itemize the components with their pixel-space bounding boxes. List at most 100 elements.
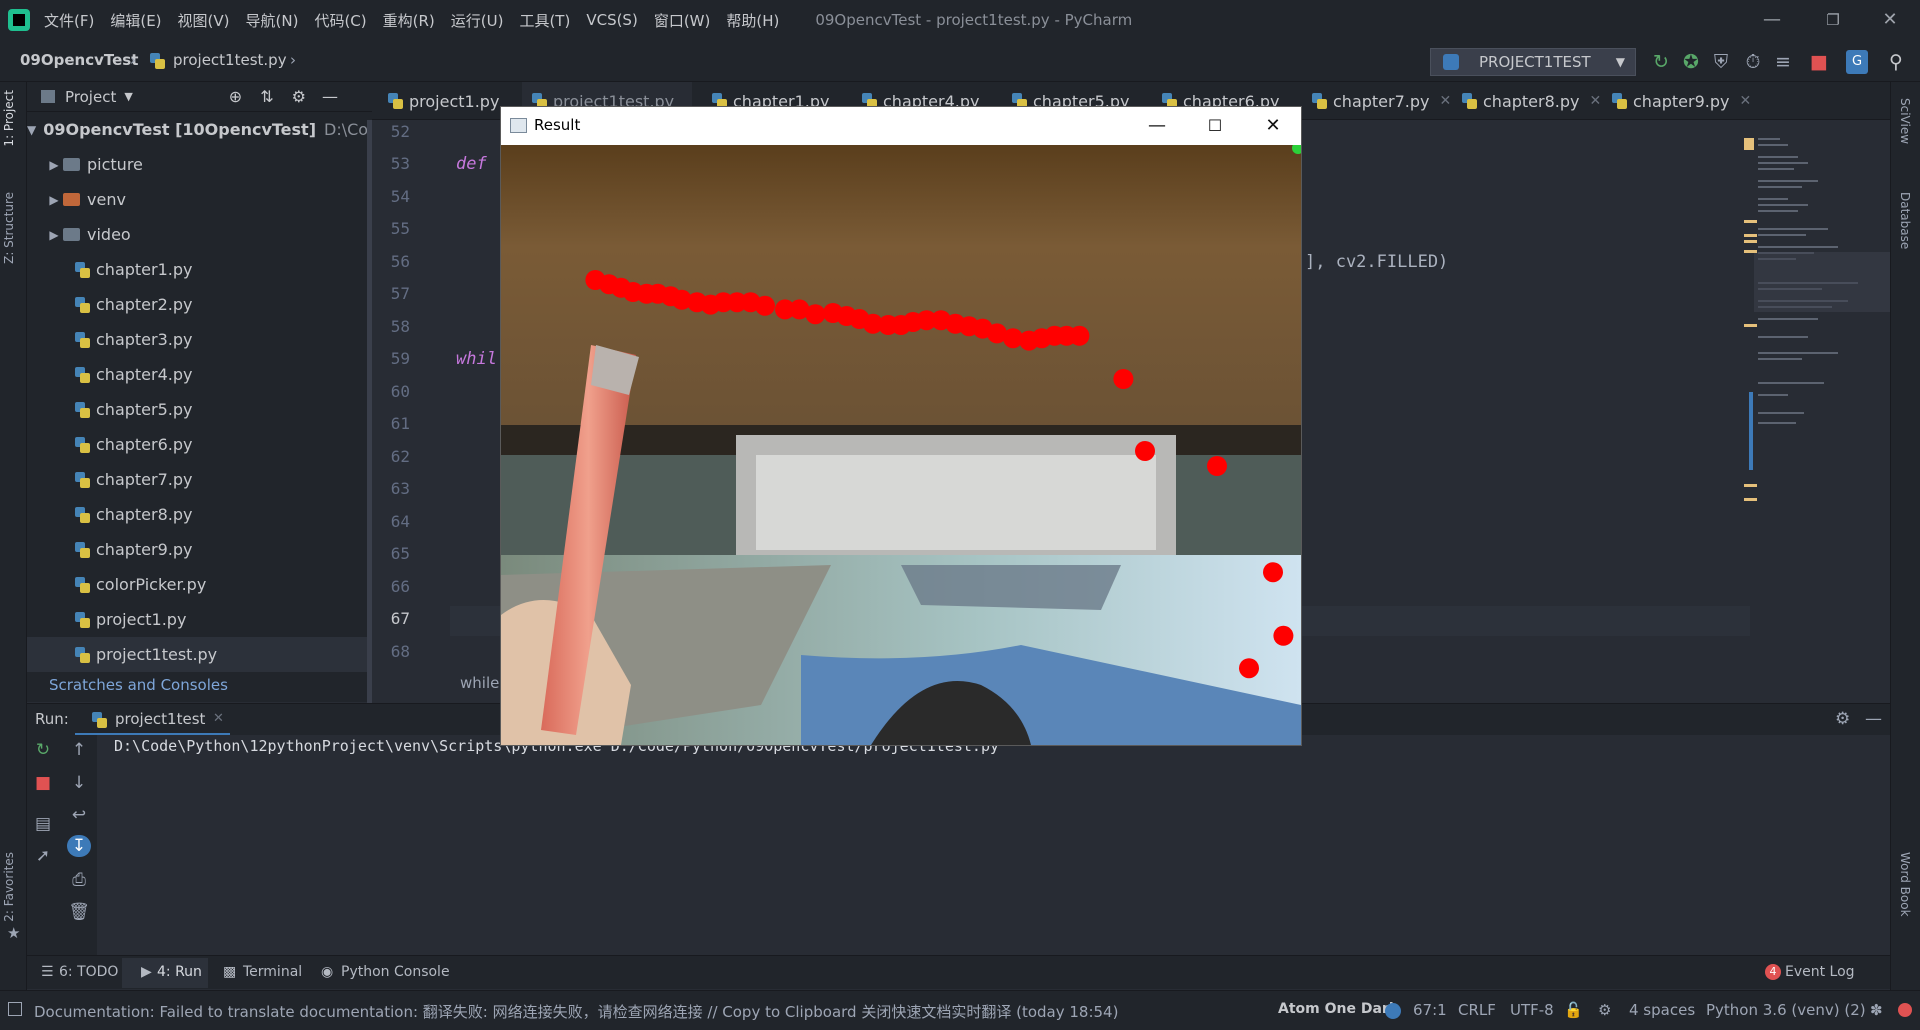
- code-minimap[interactable]: [1744, 122, 1890, 622]
- tool-favorites[interactable]: 2: Favorites: [2, 852, 16, 922]
- tab-project1[interactable]: project1.py: [378, 82, 499, 120]
- close-tab-icon[interactable]: ✕: [1739, 93, 1751, 109]
- tab-run[interactable]: 4: Run: [157, 964, 202, 980]
- minimize-icon[interactable]: —: [1757, 6, 1787, 34]
- restore-icon[interactable]: ❐: [1818, 6, 1848, 34]
- tree-file[interactable]: chapter7.py: [27, 462, 372, 497]
- menu-run[interactable]: 运行(U): [451, 10, 504, 31]
- gear-icon[interactable]: ⚙: [1835, 709, 1850, 729]
- locate-icon[interactable]: ⊕: [229, 87, 242, 106]
- tab-python-console[interactable]: Python Console: [341, 964, 450, 980]
- error-icon[interactable]: [1898, 1003, 1912, 1017]
- interpreter[interactable]: Python 3.6 (venv) (2): [1706, 1001, 1866, 1019]
- tool-project[interactable]: 1: Project: [2, 90, 16, 147]
- file-encoding[interactable]: UTF-8: [1510, 1001, 1554, 1019]
- minimap-viewport[interactable]: [1754, 252, 1890, 312]
- tree-file-selected[interactable]: project1test.py: [27, 637, 372, 672]
- arrow-up-icon[interactable]: ↑: [67, 739, 91, 761]
- tool-window-toggle-icon[interactable]: [8, 1002, 22, 1016]
- translate-icon[interactable]: G: [1846, 50, 1868, 74]
- layout-icon[interactable]: ▤: [31, 813, 55, 835]
- tree-file[interactable]: chapter4.py: [27, 357, 372, 392]
- run-console[interactable]: D:\Code\Python\12pythonProject\venv\Scri…: [27, 735, 1890, 955]
- tab-event-log[interactable]: Event Log: [1785, 964, 1855, 980]
- result-titlebar[interactable]: Result — ☐ ✕: [501, 107, 1301, 145]
- collapse-all-icon[interactable]: ⇅: [260, 87, 273, 106]
- concurrency-icon[interactable]: ≡: [1772, 50, 1794, 74]
- tree-file[interactable]: chapter1.py: [27, 252, 372, 287]
- menu-edit[interactable]: 编辑(E): [110, 10, 161, 31]
- run-config-select[interactable]: PROJECT1TEST ▼: [1430, 48, 1636, 76]
- rerun-icon[interactable]: ↻: [1650, 50, 1672, 74]
- chevron-down-icon[interactable]: ▼: [124, 90, 132, 103]
- camera-frame[interactable]: [501, 145, 1301, 745]
- trash-icon[interactable]: 🗑: [67, 901, 91, 923]
- tree-scratches[interactable]: Scratches and Consoles: [27, 676, 372, 702]
- tab-terminal[interactable]: Terminal: [243, 964, 302, 980]
- arrow-down-icon[interactable]: ↓: [67, 772, 91, 794]
- tree-file[interactable]: chapter2.py: [27, 287, 372, 322]
- tab-chapter7[interactable]: chapter7.py ✕: [1302, 82, 1451, 120]
- close-tab-icon[interactable]: ✕: [1589, 93, 1601, 109]
- search-icon[interactable]: ⚲: [1885, 50, 1907, 74]
- coverage-icon[interactable]: ⛨: [1710, 50, 1732, 74]
- lock-icon[interactable]: 🔓: [1564, 1001, 1583, 1019]
- scroll-to-end-icon[interactable]: ↧: [67, 835, 91, 857]
- pin-icon[interactable]: ➚: [31, 845, 55, 867]
- cursor-position[interactable]: 67:1: [1413, 1001, 1447, 1019]
- inspector-icon[interactable]: ⚙: [1598, 1001, 1611, 1019]
- chevron-right-icon[interactable]: ▶: [45, 228, 63, 242]
- profile-icon[interactable]: ⏱: [1742, 50, 1764, 74]
- menu-refactor[interactable]: 重构(R): [383, 10, 435, 31]
- tool-sciview[interactable]: SciView: [1898, 98, 1912, 144]
- tree-folder[interactable]: ▶ venv: [27, 182, 372, 217]
- tree-file[interactable]: chapter6.py: [27, 427, 372, 462]
- tree-folder[interactable]: ▶ picture: [27, 147, 372, 182]
- close-icon[interactable]: ✕: [1253, 111, 1293, 141]
- menu-vcs[interactable]: VCS(S): [586, 11, 637, 29]
- hide-panel-icon[interactable]: —: [322, 87, 338, 106]
- hide-panel-icon[interactable]: —: [1865, 709, 1882, 729]
- theme-label[interactable]: Atom One Dark: [1278, 1001, 1398, 1017]
- menu-navigate[interactable]: 导航(N): [246, 10, 299, 31]
- tree-file[interactable]: project1.py: [27, 602, 372, 637]
- tree-file[interactable]: chapter8.py: [27, 497, 372, 532]
- tree-file[interactable]: colorPicker.py: [27, 567, 372, 602]
- tab-todo[interactable]: 6: TODO: [59, 964, 118, 980]
- breadcrumb-file[interactable]: project1test.py: [173, 51, 287, 69]
- close-tab-icon[interactable]: ✕: [213, 711, 224, 726]
- tree-file[interactable]: chapter3.py: [27, 322, 372, 357]
- run-tab-label[interactable]: project1test: [115, 710, 205, 728]
- gear-icon[interactable]: ⚙: [292, 87, 306, 106]
- result-window[interactable]: Result — ☐ ✕: [500, 106, 1302, 746]
- print-icon[interactable]: ⎙: [67, 869, 91, 891]
- line-separator[interactable]: CRLF: [1458, 1001, 1496, 1019]
- tab-chapter9[interactable]: chapter9.py ✕: [1602, 82, 1751, 120]
- soft-wrap-icon[interactable]: ↩: [67, 804, 91, 826]
- indent-setting[interactable]: 4 spaces: [1629, 1001, 1695, 1019]
- close-tab-icon[interactable]: ✕: [1439, 93, 1451, 109]
- tree-file[interactable]: chapter9.py: [27, 532, 372, 567]
- menu-help[interactable]: 帮助(H): [726, 10, 779, 31]
- chevron-right-icon[interactable]: ▶: [45, 158, 63, 172]
- project-panel-title[interactable]: Project: [65, 88, 116, 106]
- paw-icon[interactable]: ✽: [1870, 1001, 1883, 1019]
- editor-breadcrumb[interactable]: while: [460, 674, 499, 692]
- rerun-icon[interactable]: ↻: [31, 739, 55, 761]
- stop-icon[interactable]: ■: [1808, 50, 1830, 74]
- menu-tools[interactable]: 工具(T): [519, 10, 570, 31]
- tool-wordbook[interactable]: Word Book: [1898, 852, 1912, 917]
- menu-window[interactable]: 窗口(W): [654, 10, 711, 31]
- tool-structure[interactable]: Z: Structure: [2, 192, 16, 264]
- debug-icon[interactable]: ✪: [1680, 50, 1702, 74]
- close-icon[interactable]: ✕: [1875, 6, 1905, 34]
- menu-file[interactable]: 文件(F): [44, 10, 94, 31]
- tree-folder[interactable]: ▶ video: [27, 217, 372, 252]
- maximize-icon[interactable]: ☐: [1195, 111, 1235, 141]
- minimize-icon[interactable]: —: [1137, 111, 1177, 141]
- menu-view[interactable]: 视图(V): [178, 10, 230, 31]
- chevron-right-icon[interactable]: ▶: [45, 193, 63, 207]
- breadcrumb-project[interactable]: 09OpencvTest: [20, 51, 138, 69]
- menu-code[interactable]: 代码(C): [314, 10, 366, 31]
- editor-scrollbar-thumb[interactable]: [1749, 392, 1753, 470]
